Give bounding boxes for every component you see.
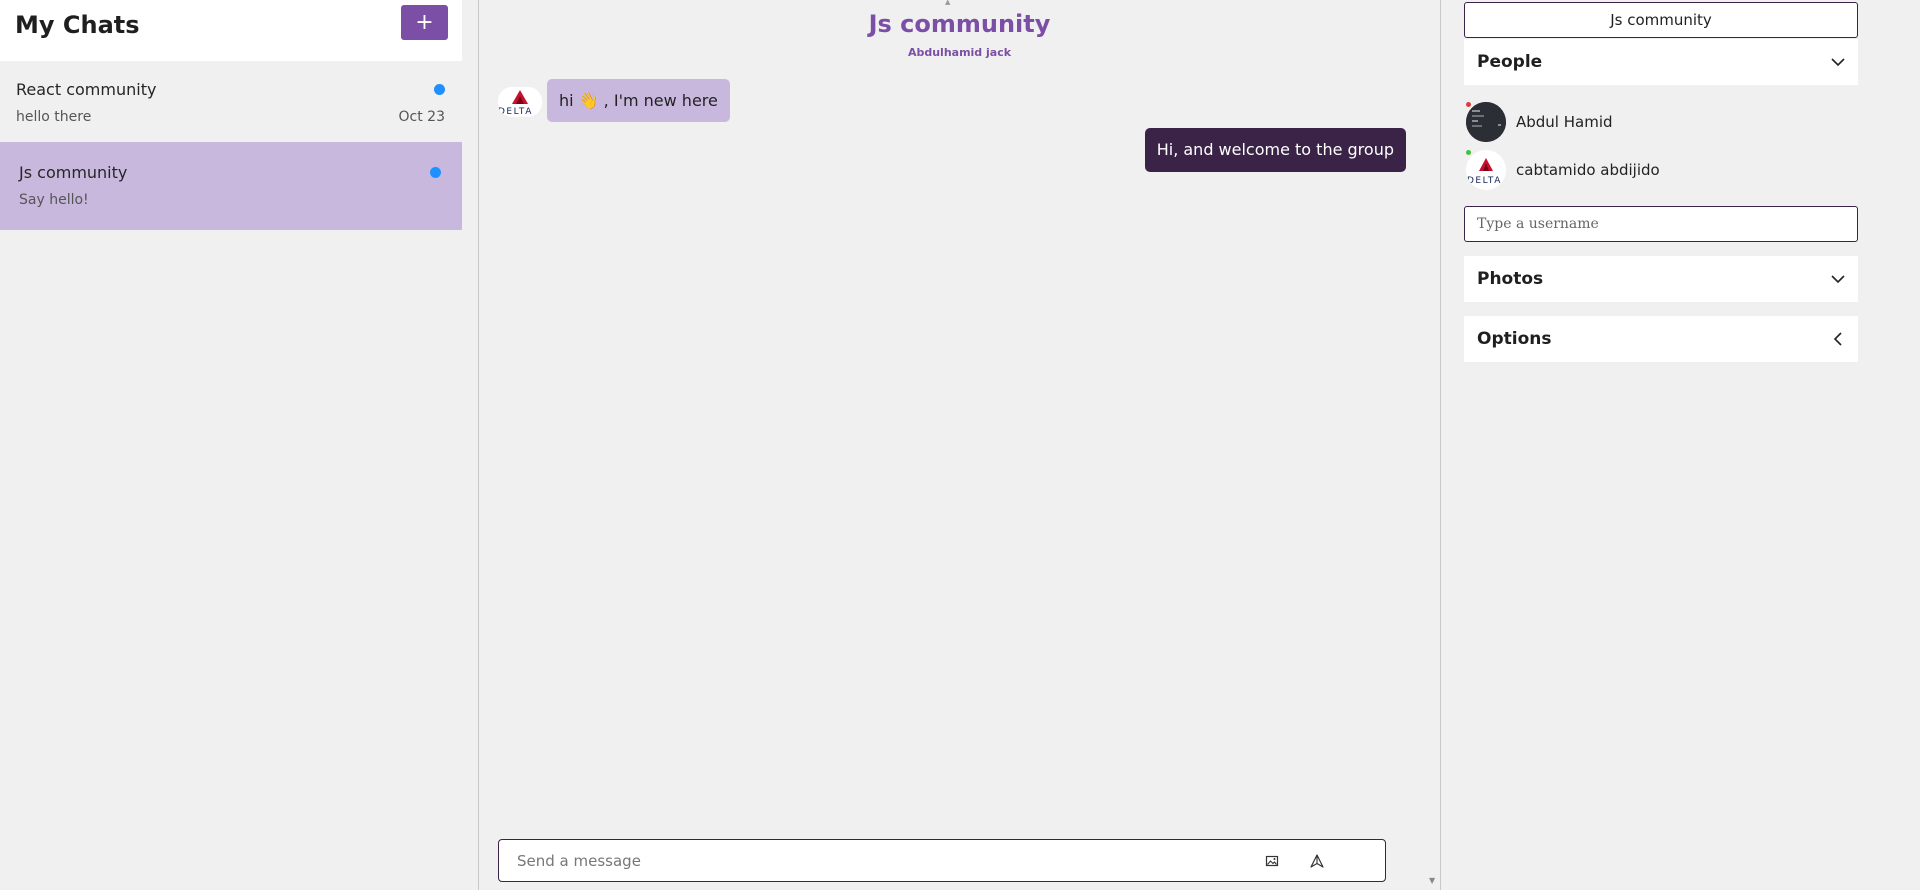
- message-avatar: DELTA: [498, 87, 542, 117]
- chat-card-preview: Say hello!: [19, 192, 89, 208]
- chevron-down-icon: [1830, 271, 1846, 287]
- new-chat-button[interactable]: +: [401, 5, 448, 40]
- chat-card-date: Oct 23: [398, 109, 445, 125]
- image-icon[interactable]: [1264, 853, 1280, 869]
- chevron-left-icon: [1830, 331, 1846, 347]
- chevron-down-icon: [1830, 54, 1846, 70]
- chat-title: Js community: [868, 10, 1051, 38]
- chat-card-js-community[interactable]: Js community Say hello!: [0, 142, 462, 230]
- chat-card-name: React community: [16, 80, 157, 99]
- person-row[interactable]: Abdul Hamid: [1464, 100, 1858, 144]
- scroll-down-icon[interactable]: ▼: [1429, 876, 1439, 885]
- options-section-header[interactable]: Options: [1464, 316, 1858, 362]
- svg-text:DELTA: DELTA: [1467, 176, 1502, 186]
- chat-list-panel: My Chats + React community hello there O…: [0, 0, 462, 890]
- people-section-header[interactable]: People: [1464, 39, 1858, 85]
- chat-list-header: My Chats +: [0, 0, 462, 61]
- delta-logo-icon: DELTA: [1466, 150, 1506, 190]
- chat-card-name: Js community: [19, 163, 128, 182]
- presence-dot: [1466, 102, 1471, 107]
- section-title: People: [1477, 52, 1543, 72]
- section-title: Photos: [1477, 269, 1544, 289]
- add-username-input[interactable]: [1464, 206, 1858, 242]
- message-input[interactable]: [517, 840, 1217, 881]
- svg-text:DELTA: DELTA: [498, 107, 533, 117]
- avatar: [1466, 102, 1506, 142]
- chat-list-title: My Chats: [15, 11, 140, 39]
- person-row[interactable]: DELTA cabtamido abdijido: [1464, 148, 1858, 192]
- room-name-field[interactable]: Js community: [1464, 2, 1858, 38]
- chat-feed-panel: ▲ Js community Abdulhamid jack DELTA hi …: [478, 0, 1441, 890]
- photos-section-header[interactable]: Photos: [1464, 256, 1858, 302]
- chat-settings-panel: Js community People Abdul Hamid DELTA ca…: [1442, 0, 1920, 890]
- unread-dot: [434, 84, 445, 95]
- person-name: cabtamido abdijido: [1516, 161, 1660, 179]
- chat-card-react-community[interactable]: React community hello there Oct 23: [0, 61, 462, 145]
- scroll-up-icon[interactable]: ▲: [945, 0, 955, 6]
- person-name: Abdul Hamid: [1516, 113, 1613, 131]
- incoming-message-bubble: hi 👋 , I'm new here: [547, 79, 730, 122]
- chat-card-preview: hello there: [16, 109, 92, 125]
- section-title: Options: [1477, 329, 1552, 349]
- unread-dot: [430, 167, 441, 178]
- delta-logo-icon: DELTA: [498, 90, 533, 117]
- outgoing-message-bubble: Hi, and welcome to the group: [1144, 128, 1406, 172]
- send-icon[interactable]: [1309, 853, 1325, 869]
- presence-dot: [1466, 150, 1471, 155]
- chat-participants: Abdulhamid jack: [907, 46, 1012, 59]
- message-composer: [498, 839, 1386, 882]
- avatar: DELTA: [1466, 150, 1506, 190]
